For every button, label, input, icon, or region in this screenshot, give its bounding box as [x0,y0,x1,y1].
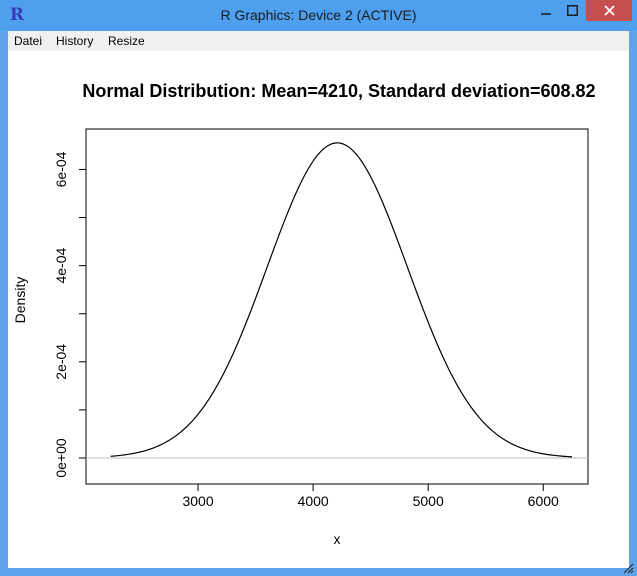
maximize-icon [567,5,578,16]
y-tick-label: 2e-04 [53,344,69,380]
y-tick-label: 0e+00 [53,438,69,478]
close-icon [603,5,615,16]
plot-canvas: Normal Distribution: Mean=4210, Standard… [8,51,629,568]
resize-grip-icon[interactable] [622,562,634,574]
x-axis-label: x [334,531,341,547]
x-tick-label: 5000 [413,493,444,509]
close-button[interactable] [586,0,632,21]
x-tick-label: 4000 [298,493,329,509]
density-curve [110,142,573,458]
menu-history[interactable]: History [56,34,93,48]
menu-resize[interactable]: Resize [108,34,145,48]
y-tick-label: 6e-04 [53,151,69,187]
plot-frame [85,128,589,485]
menu-bar: Datei History Resize [8,31,629,51]
r-graphics-window: R R Graphics: Device 2 (ACTIVE) Datei Hi… [0,0,637,576]
maximize-button[interactable] [559,0,586,21]
y-axis: 0e+00 2e-04 4e-04 6e-04 [53,151,86,478]
y-axis-label: Density [12,277,28,324]
title-bar[interactable]: R R Graphics: Device 2 (ACTIVE) [0,0,637,31]
y-tick-label: 4e-04 [53,248,69,284]
minimize-button[interactable] [532,0,559,21]
x-axis: 3000 4000 5000 6000 [182,484,559,509]
x-tick-label: 6000 [528,493,559,509]
x-tick-label: 3000 [182,493,213,509]
chart-title: Normal Distribution: Mean=4210, Standard… [82,81,595,101]
minimize-icon [540,12,551,15]
menu-datei[interactable]: Datei [14,34,42,48]
density-chart: Normal Distribution: Mean=4210, Standard… [12,81,596,547]
